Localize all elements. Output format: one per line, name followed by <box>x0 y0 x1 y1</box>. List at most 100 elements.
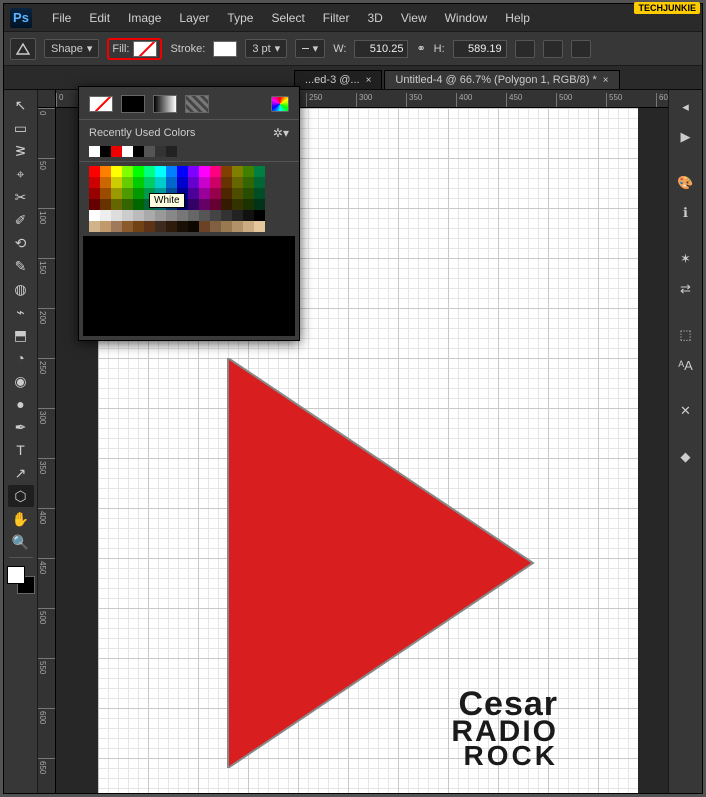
recent-swatch[interactable] <box>122 146 133 157</box>
color-swatch[interactable] <box>210 221 221 232</box>
color-swatch[interactable] <box>89 221 100 232</box>
color-swatch[interactable] <box>254 177 265 188</box>
color-swatch[interactable] <box>243 166 254 177</box>
recent-swatch[interactable] <box>166 146 177 157</box>
blur-tool[interactable]: ◉ <box>8 370 34 392</box>
document-tab[interactable]: ...ed-3 @... × <box>294 70 382 89</box>
color-swatch[interactable] <box>232 210 243 221</box>
color-swatch[interactable] <box>166 177 177 188</box>
menu-type[interactable]: Type <box>219 9 261 27</box>
color-swatch[interactable] <box>111 210 122 221</box>
play-icon[interactable]: ▶ <box>673 124 699 150</box>
color-swatch[interactable] <box>111 166 122 177</box>
fill-swatch-none[interactable] <box>133 41 157 57</box>
color-swatch[interactable] <box>254 166 265 177</box>
color-swatch[interactable] <box>243 188 254 199</box>
color-swatch[interactable] <box>210 166 221 177</box>
color-swatch[interactable] <box>122 166 133 177</box>
close-icon[interactable]: × <box>366 75 372 86</box>
color-swatch[interactable] <box>133 177 144 188</box>
color-swatch[interactable] <box>111 199 122 210</box>
history-brush-tool[interactable]: ⌁ <box>8 301 34 323</box>
adjustments-panel-icon[interactable]: ✶ <box>673 246 699 272</box>
fill-type-none[interactable] <box>89 96 113 112</box>
color-swatch[interactable] <box>111 188 122 199</box>
color-swatch[interactable] <box>254 210 265 221</box>
color-swatch[interactable] <box>89 210 100 221</box>
color-swatch[interactable] <box>210 199 221 210</box>
color-swatch[interactable] <box>210 188 221 199</box>
color-swatch[interactable] <box>155 177 166 188</box>
expand-panels-icon[interactable]: ◂ <box>673 94 699 120</box>
shape-mode-dropdown[interactable]: Shape ▾ <box>44 39 99 58</box>
brush-tool[interactable]: ✎ <box>8 255 34 277</box>
close-icon[interactable]: × <box>603 75 609 86</box>
color-swatch[interactable] <box>155 221 166 232</box>
menu-3d[interactable]: 3D <box>359 9 390 27</box>
color-swatch[interactable] <box>144 177 155 188</box>
quick-select-tool[interactable]: ⌖ <box>8 163 34 185</box>
menu-layer[interactable]: Layer <box>171 9 217 27</box>
foreground-background-swatch[interactable] <box>7 566 35 594</box>
color-swatch[interactable] <box>188 221 199 232</box>
ruler-origin[interactable] <box>38 90 56 108</box>
swap-panel-icon[interactable]: ⇄ <box>673 276 699 302</box>
path-alignment-icon[interactable] <box>543 40 563 58</box>
color-swatch[interactable] <box>144 221 155 232</box>
color-swatch[interactable] <box>243 177 254 188</box>
recent-swatch[interactable] <box>100 146 111 157</box>
color-swatch[interactable] <box>155 166 166 177</box>
character-panel-icon[interactable]: ᴬA <box>673 352 699 378</box>
spot-heal-tool[interactable]: ⟲ <box>8 232 34 254</box>
path-operations-icon[interactable] <box>515 40 535 58</box>
color-swatch[interactable] <box>254 188 265 199</box>
hand-tool[interactable]: ✋ <box>8 508 34 530</box>
menu-edit[interactable]: Edit <box>81 9 118 27</box>
color-swatch[interactable] <box>232 199 243 210</box>
color-swatch[interactable] <box>188 166 199 177</box>
menu-image[interactable]: Image <box>120 9 169 27</box>
type-tool[interactable]: T <box>8 439 34 461</box>
color-swatch[interactable] <box>111 221 122 232</box>
color-swatch[interactable] <box>133 166 144 177</box>
color-swatch[interactable] <box>100 210 111 221</box>
color-swatch[interactable] <box>166 221 177 232</box>
menu-filter[interactable]: Filter <box>315 9 358 27</box>
color-swatch[interactable] <box>100 221 111 232</box>
fill-type-gradient[interactable] <box>153 95 177 113</box>
info-panel-icon[interactable]: ℹ <box>673 200 699 226</box>
color-swatch[interactable] <box>243 221 254 232</box>
recent-swatch[interactable] <box>144 146 155 157</box>
shape-tool[interactable]: ⬡ <box>8 485 34 507</box>
menu-help[interactable]: Help <box>497 9 538 27</box>
dodge-tool[interactable]: ● <box>8 393 34 415</box>
color-swatch[interactable] <box>177 166 188 177</box>
color-swatch[interactable] <box>188 199 199 210</box>
3d-panel-icon[interactable]: ◆ <box>673 444 699 470</box>
color-swatch[interactable] <box>199 210 210 221</box>
color-picker-icon[interactable] <box>271 96 289 112</box>
color-swatch[interactable] <box>133 210 144 221</box>
stroke-style-dropdown[interactable]: ▾ <box>295 39 325 58</box>
menu-window[interactable]: Window <box>437 9 496 27</box>
fill-type-pattern[interactable] <box>185 95 209 113</box>
color-swatch[interactable] <box>144 166 155 177</box>
ruler-vertical[interactable]: 050100150200250300350400450500550600650 <box>38 108 56 793</box>
stroke-width-dropdown[interactable]: 3 pt ▾ <box>245 39 287 58</box>
menu-view[interactable]: View <box>393 9 435 27</box>
color-swatch[interactable] <box>100 199 111 210</box>
eraser-tool[interactable]: ⬒ <box>8 324 34 346</box>
document-tab-active[interactable]: Untitled-4 @ 66.7% (Polygon 1, RGB/8) * … <box>384 70 619 89</box>
color-swatch[interactable] <box>177 221 188 232</box>
color-swatch[interactable] <box>210 177 221 188</box>
color-swatch[interactable] <box>221 166 232 177</box>
recent-swatch[interactable] <box>155 146 166 157</box>
color-swatch[interactable] <box>221 210 232 221</box>
fill-type-solid[interactable] <box>121 95 145 113</box>
path-select-tool[interactable]: ↗ <box>8 462 34 484</box>
recent-swatch[interactable] <box>133 146 144 157</box>
height-input[interactable] <box>453 40 507 58</box>
gradient-tool[interactable]: ◔ <box>8 347 34 369</box>
color-swatch[interactable] <box>221 199 232 210</box>
marquee-tool[interactable]: ▭ <box>8 117 34 139</box>
